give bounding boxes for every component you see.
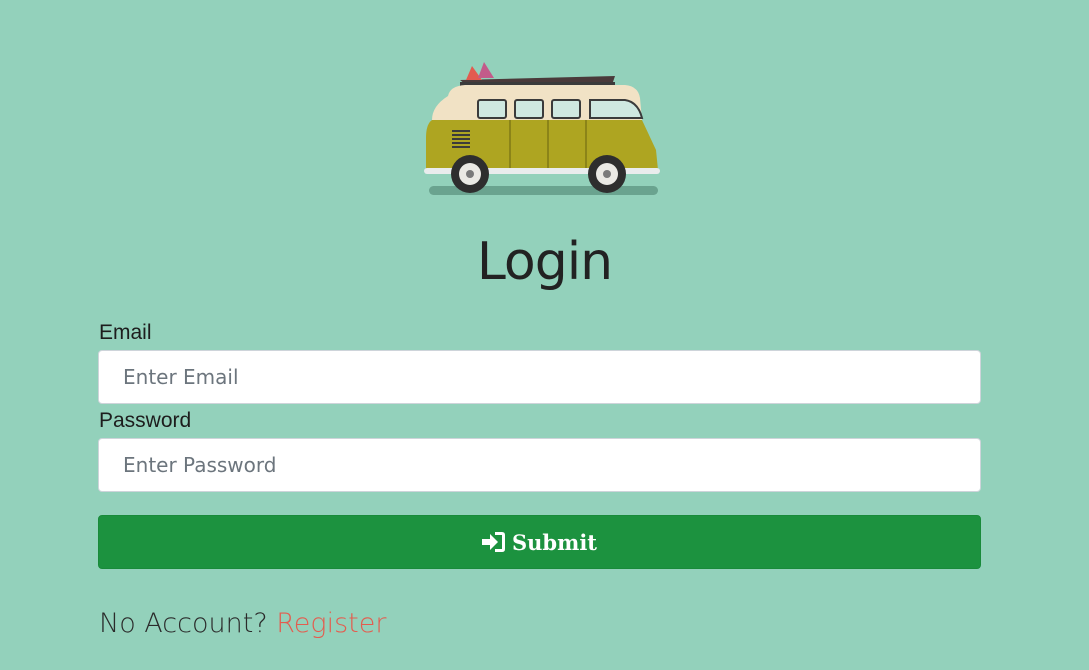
email-label: Email — [99, 321, 152, 344]
password-label: Password — [99, 409, 192, 432]
submit-button[interactable]: Submit — [98, 515, 981, 569]
submit-label: Submit — [511, 529, 597, 555]
no-account-text: No Account? — [99, 608, 268, 639]
register-prompt: No Account? Register — [99, 608, 386, 639]
register-link[interactable]: Register — [276, 608, 386, 639]
camper-van-icon — [420, 58, 665, 200]
sign-in-icon — [481, 532, 505, 552]
page-title: Login — [476, 232, 613, 292]
login-page: Login Email Password Submit No Account? … — [0, 0, 1089, 670]
password-input[interactable] — [98, 438, 981, 492]
email-input[interactable] — [98, 350, 981, 404]
